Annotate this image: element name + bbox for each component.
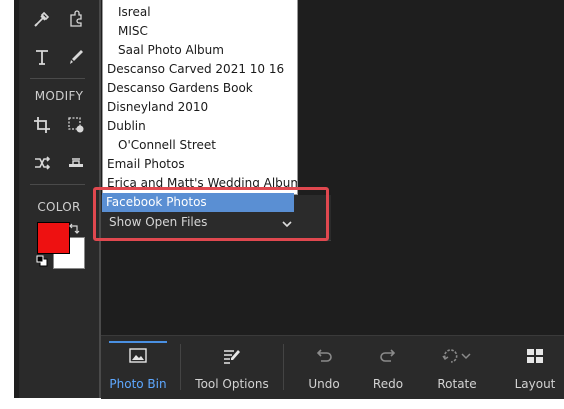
tool-options-label: Tool Options [195, 377, 269, 391]
undo-button[interactable]: Undo [296, 336, 352, 399]
photo-bin-label: Photo Bin [109, 377, 167, 391]
layout-button[interactable]: Layout [507, 336, 563, 399]
undo-label: Undo [308, 377, 340, 391]
puzzle-tool-icon[interactable] [63, 7, 89, 31]
list-item[interactable]: O'Connell Street [103, 136, 297, 155]
tool-options-icon [223, 348, 241, 368]
list-item[interactable]: Disneyland 2010 [103, 98, 297, 117]
modify-section-label: MODIFY [34, 89, 84, 103]
redo-label: Redo [372, 377, 404, 391]
brush-tool-icon[interactable] [63, 45, 89, 69]
rotate-icon [441, 348, 473, 368]
move-tool-icon[interactable] [29, 151, 55, 175]
list-item[interactable]: Email Photos [103, 155, 297, 174]
highlight-box [93, 187, 329, 241]
redo-button[interactable]: Redo [360, 336, 416, 399]
tool-options-button[interactable]: Tool Options [187, 336, 277, 399]
list-item[interactable]: Descanso Gardens Book [103, 79, 297, 98]
toolbox-separator [30, 184, 85, 185]
album-dropdown-list[interactable]: Isreal MISC Saal Photo Album Descanso Ca… [102, 0, 298, 195]
list-item[interactable]: Descanso Carved 2021 10 16 [103, 60, 297, 79]
bottom-taskbar: Photo Bin Tool Options Undo Redo Rotate … [101, 335, 564, 399]
swap-colors-icon[interactable] [66, 221, 82, 237]
redo-icon [379, 348, 397, 368]
list-item[interactable]: Saal Photo Album [103, 41, 297, 60]
toolbox-separator [30, 78, 85, 79]
crop-tool-icon[interactable] [29, 113, 55, 137]
list-item[interactable]: Isreal [103, 3, 297, 22]
undo-icon [315, 348, 333, 368]
default-colors-icon[interactable] [35, 254, 49, 268]
color-section-label: COLOR [37, 200, 81, 214]
text-tool-icon[interactable] [29, 45, 55, 69]
stamp-tool-icon[interactable] [63, 151, 89, 175]
list-item[interactable]: Dublin [103, 117, 297, 136]
photo-bin-icon [129, 348, 147, 368]
layout-label: Layout [514, 377, 556, 391]
active-indicator [109, 341, 167, 343]
list-item[interactable]: MISC [103, 22, 297, 41]
rotate-label: Rotate [437, 377, 477, 391]
separator [180, 344, 181, 390]
separator [283, 344, 284, 390]
rotate-button[interactable]: Rotate [429, 336, 485, 399]
photo-bin-button[interactable]: Photo Bin [105, 336, 171, 399]
recompose-tool-icon[interactable] [63, 113, 89, 137]
eyedropper-tool-icon[interactable] [29, 7, 55, 31]
layout-icon [526, 348, 544, 368]
